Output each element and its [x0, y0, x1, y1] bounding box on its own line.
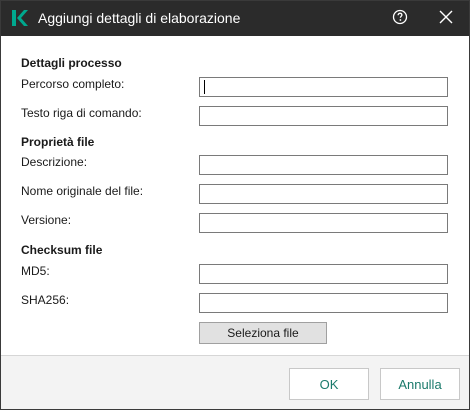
- full-path-label: Percorso completo:: [21, 77, 125, 91]
- description-label: Descrizione:: [21, 155, 88, 169]
- help-icon: [392, 9, 408, 28]
- md5-label: MD5:: [21, 264, 50, 278]
- kaspersky-logo-icon: [11, 9, 29, 27]
- section-process-details-title: Dettagli processo: [21, 56, 122, 70]
- sha256-field[interactable]: [199, 293, 448, 313]
- version-field[interactable]: [199, 213, 448, 233]
- original-file-name-field[interactable]: [199, 184, 448, 204]
- full-path-field[interactable]: [199, 77, 448, 97]
- help-button[interactable]: [381, 1, 419, 36]
- description-field[interactable]: [199, 155, 448, 175]
- cancel-button[interactable]: Annulla: [380, 368, 460, 400]
- add-processing-details-dialog: Aggiungi dettagli di elaborazione Dettag…: [0, 0, 470, 410]
- command-line-field[interactable]: [199, 106, 448, 126]
- section-file-properties-title: Proprietà file: [21, 135, 95, 149]
- select-file-button[interactable]: Seleziona file: [199, 322, 327, 344]
- title-bar[interactable]: Aggiungi dettagli di elaborazione: [1, 1, 469, 36]
- sha256-label: SHA256:: [21, 293, 70, 307]
- text-caret: [204, 80, 205, 94]
- md5-field[interactable]: [199, 264, 448, 284]
- dialog-title: Aggiungi dettagli di elaborazione: [38, 10, 241, 26]
- ok-button[interactable]: OK: [289, 368, 369, 400]
- original-file-name-label: Nome originale del file:: [21, 184, 144, 198]
- section-file-checksum-title: Checksum file: [21, 243, 103, 257]
- command-line-label: Testo riga di comando:: [21, 106, 142, 120]
- version-label: Versione:: [21, 213, 72, 227]
- close-icon: [439, 10, 453, 27]
- close-button[interactable]: [427, 1, 465, 36]
